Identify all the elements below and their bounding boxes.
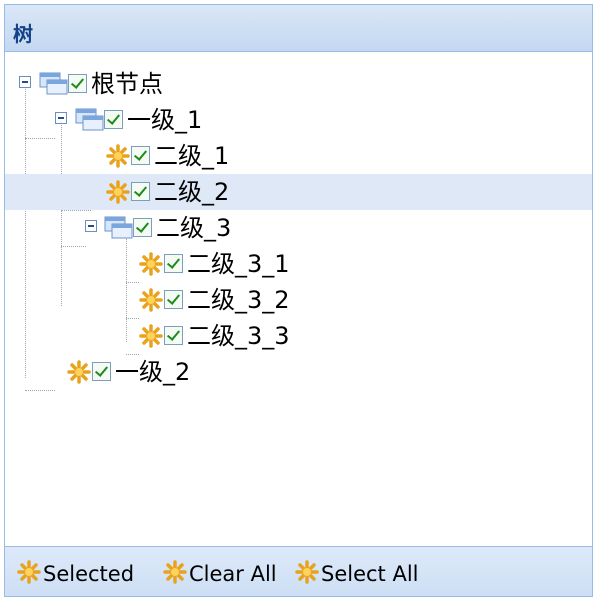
node-label: 二级_2 [154, 178, 230, 206]
tree-body: 根节点 一级_1 二级_1 二级_2 二级_3 二级_3_1 二级_3_2 二级… [5, 52, 592, 546]
button-label: Clear All [189, 562, 277, 586]
node-checkbox[interactable] [92, 362, 111, 381]
tree-node-level3-3[interactable]: 二级_3_3 [5, 318, 592, 354]
panel-toolbar: Selected Clear All Select All [5, 546, 592, 596]
tree-panel: 树 根节点 一级_1 二级_1 二级_2 二级_3 二级_3_1 二级_3_2 … [4, 4, 593, 597]
button-label: Select All [321, 562, 419, 586]
tree-connector [25, 390, 55, 391]
node-label: 根节点 [91, 70, 163, 98]
asterisk-icon [163, 560, 187, 584]
node-checkbox[interactable] [131, 182, 150, 201]
node-label: 一级_1 [127, 106, 203, 134]
leaf-node-icon [139, 252, 163, 276]
panel-title: 树 [13, 22, 33, 46]
leaf-node-icon [139, 288, 163, 312]
tree-node-level3-1[interactable]: 二级_3_1 [5, 246, 592, 282]
node-checkbox[interactable] [133, 218, 152, 237]
node-checkbox[interactable] [164, 326, 183, 345]
node-checkbox[interactable] [164, 290, 183, 309]
leaf-node-icon [67, 360, 91, 384]
folder-icon [75, 108, 105, 132]
node-label: 二级_3 [156, 214, 232, 242]
node-checkbox[interactable] [131, 146, 150, 165]
collapse-toggle-icon[interactable] [55, 112, 67, 124]
tree-node-root[interactable]: 根节点 [5, 66, 592, 102]
tree-node-level2-3[interactable]: 二级_3 [5, 210, 592, 246]
node-label: 二级_3_3 [187, 322, 290, 350]
node-checkbox[interactable] [104, 110, 123, 129]
tree-node-level1-1[interactable]: 一级_1 [5, 102, 592, 138]
node-checkbox[interactable] [164, 254, 183, 273]
collapse-toggle-icon[interactable] [19, 76, 31, 88]
collapse-toggle-icon[interactable] [85, 220, 97, 232]
leaf-node-icon [106, 180, 130, 204]
leaf-node-icon [139, 324, 163, 348]
asterisk-icon [295, 560, 319, 584]
tree-node-level2-1[interactable]: 二级_1 [5, 138, 592, 174]
node-label: 二级_3_1 [187, 250, 290, 278]
node-label: 二级_1 [154, 142, 230, 170]
folder-icon [104, 216, 134, 240]
node-checkbox[interactable] [68, 74, 87, 93]
panel-header: 树 [5, 5, 592, 52]
leaf-node-icon [106, 144, 130, 168]
button-label: Selected [43, 562, 135, 586]
tree-node-level2-2[interactable]: 二级_2 [5, 174, 592, 210]
folder-icon [39, 72, 69, 96]
node-label: 二级_3_2 [187, 286, 290, 314]
tree-node-level3-2[interactable]: 二级_3_2 [5, 282, 592, 318]
tree-node-level1-2[interactable]: 一级_2 [5, 354, 592, 390]
node-label: 一级_2 [115, 358, 191, 386]
asterisk-icon [17, 560, 41, 584]
